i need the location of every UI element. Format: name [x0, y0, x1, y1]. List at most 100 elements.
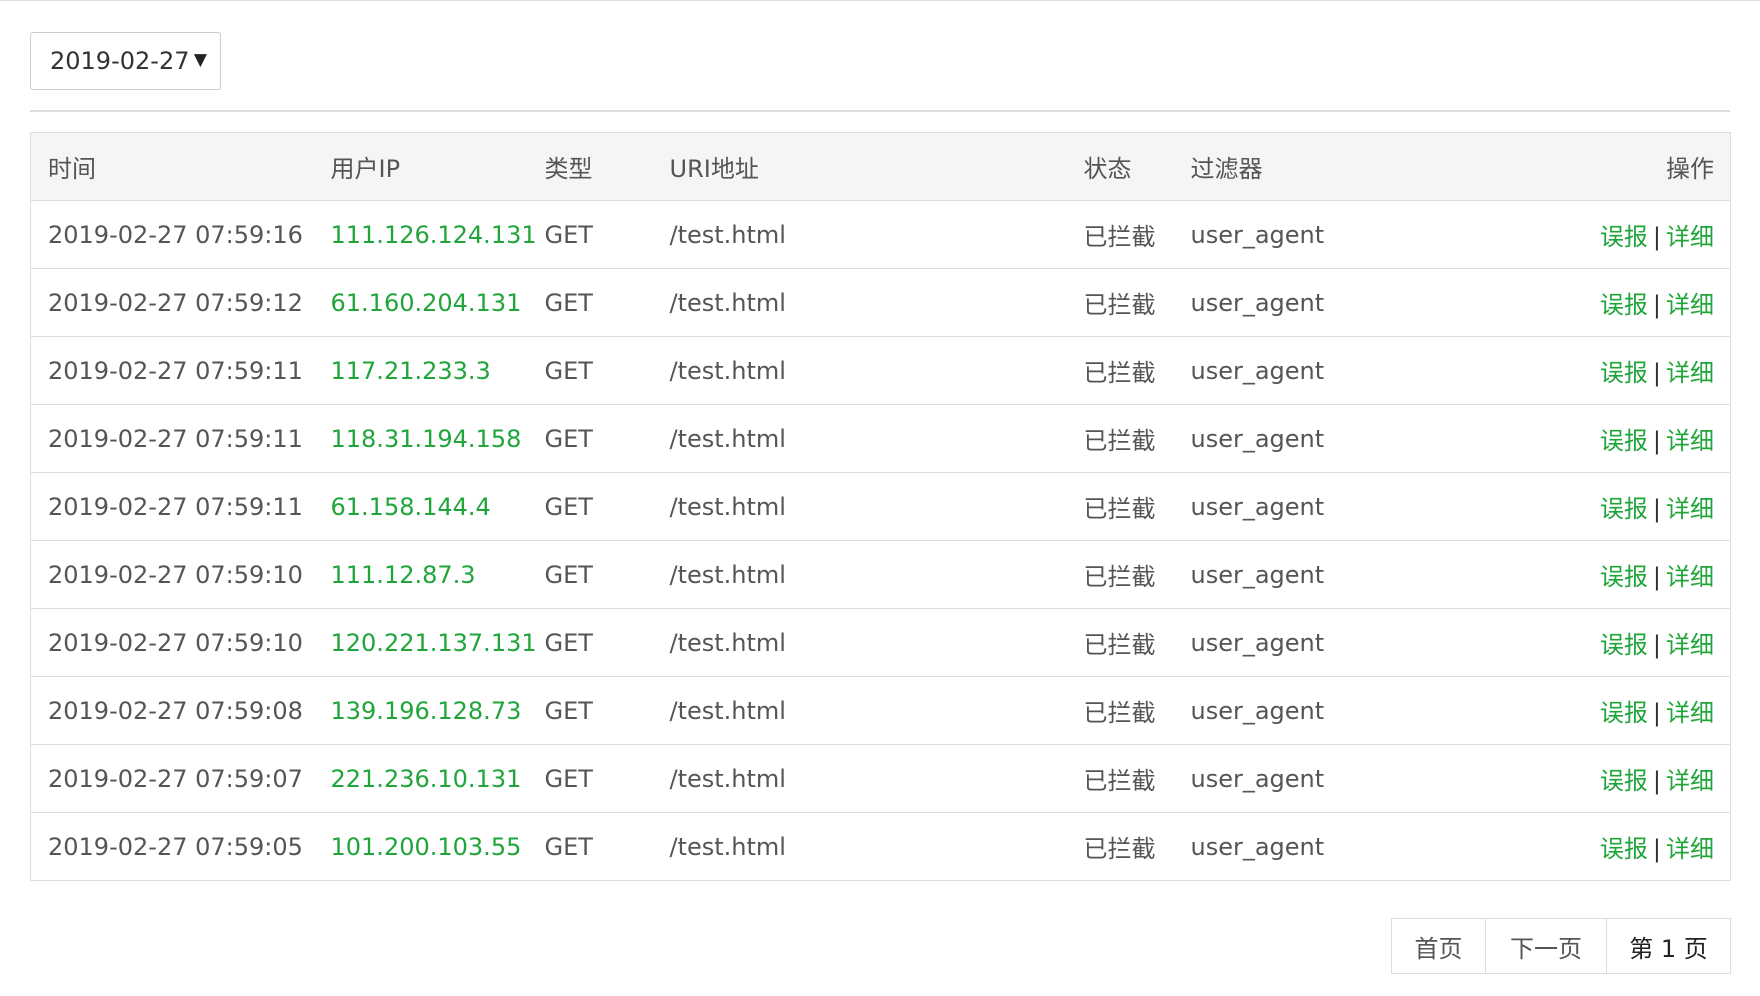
date-select-value: 2019-02-27	[50, 47, 190, 75]
ip-link[interactable]: 61.158.144.4	[331, 493, 491, 521]
table-row: 2019-02-27 07:59:16 111.126.124.131 GET …	[30, 200, 1731, 269]
ip-link[interactable]: 139.196.128.73	[331, 697, 522, 725]
ip-link[interactable]: 111.12.87.3	[331, 561, 476, 589]
cell-actions: 误报 | 详细	[1399, 812, 1731, 881]
cell-status: 已拦截	[1066, 744, 1174, 813]
ip-link[interactable]: 120.221.137.131	[331, 629, 537, 657]
cell-status: 已拦截	[1066, 608, 1174, 677]
date-select[interactable]: 2019-02-27 ▼	[30, 32, 221, 90]
detail-link[interactable]: 详细	[1666, 223, 1714, 251]
cell-uri: /test.html	[652, 472, 1067, 541]
ip-link[interactable]: 61.160.204.131	[331, 289, 522, 317]
cell-filter: user_agent	[1173, 676, 1400, 745]
cell-status: 已拦截	[1066, 200, 1174, 269]
detail-link[interactable]: 详细	[1666, 631, 1714, 659]
cell-type: GET	[527, 540, 653, 609]
report-link[interactable]: 误报	[1600, 767, 1648, 795]
detail-link[interactable]: 详细	[1666, 563, 1714, 591]
table-row: 2019-02-27 07:59:11 61.158.144.4 GET /te…	[30, 472, 1731, 541]
detail-link[interactable]: 详细	[1666, 427, 1714, 455]
cell-filter: user_agent	[1173, 268, 1400, 337]
cell-actions: 误报 | 详细	[1399, 200, 1731, 269]
cell-status: 已拦截	[1066, 540, 1174, 609]
table-row: 2019-02-27 07:59:12 61.160.204.131 GET /…	[30, 268, 1731, 337]
cell-status: 已拦截	[1066, 336, 1174, 405]
action-separator: |	[1652, 495, 1661, 523]
cell-time: 2019-02-27 07:59:12	[30, 268, 314, 337]
cell-uri: /test.html	[652, 676, 1067, 745]
cell-time: 2019-02-27 07:59:08	[30, 676, 314, 745]
ip-link[interactable]: 221.236.10.131	[331, 765, 522, 793]
report-link[interactable]: 误报	[1600, 835, 1648, 863]
cell-uri: /test.html	[652, 540, 1067, 609]
cell-filter: user_agent	[1173, 200, 1400, 269]
table-row: 2019-02-27 07:59:10 120.221.137.131 GET …	[30, 608, 1731, 677]
cell-filter: user_agent	[1173, 812, 1400, 881]
action-separator: |	[1652, 563, 1661, 591]
detail-link[interactable]: 详细	[1666, 835, 1714, 863]
cell-type: GET	[527, 200, 653, 269]
cell-actions: 误报 | 详细	[1399, 404, 1731, 473]
cell-status: 已拦截	[1066, 268, 1174, 337]
cell-time: 2019-02-27 07:59:10	[30, 540, 314, 609]
detail-link[interactable]: 详细	[1666, 495, 1714, 523]
table-row: 2019-02-27 07:59:05 101.200.103.55 GET /…	[30, 812, 1731, 881]
cell-actions: 误报 | 详细	[1399, 472, 1731, 541]
cell-time: 2019-02-27 07:59:05	[30, 812, 314, 881]
next-page-button[interactable]: 下一页	[1486, 919, 1607, 973]
ip-link[interactable]: 118.31.194.158	[331, 425, 522, 453]
report-link[interactable]: 误报	[1600, 223, 1648, 251]
cell-actions: 误报 | 详细	[1399, 608, 1731, 677]
cell-uri: /test.html	[652, 812, 1067, 881]
table-row: 2019-02-27 07:59:10 111.12.87.3 GET /tes…	[30, 540, 1731, 609]
cell-type: GET	[527, 608, 653, 677]
cell-actions: 误报 | 详细	[1399, 336, 1731, 405]
cell-status: 已拦截	[1066, 812, 1174, 881]
cell-actions: 误报 | 详细	[1399, 744, 1731, 813]
header-filter: 过滤器	[1173, 132, 1400, 201]
report-link[interactable]: 误报	[1600, 359, 1648, 387]
divider	[30, 110, 1730, 112]
table-row: 2019-02-27 07:59:08 139.196.128.73 GET /…	[30, 676, 1731, 745]
header-status: 状态	[1066, 132, 1174, 201]
cell-uri: /test.html	[652, 744, 1067, 813]
cell-actions: 误报 | 详细	[1399, 676, 1731, 745]
current-page-label: 第 1 页	[1629, 934, 1708, 963]
first-page-button[interactable]: 首页	[1392, 919, 1486, 973]
cell-filter: user_agent	[1173, 336, 1400, 405]
table-row: 2019-02-27 07:59:07 221.236.10.131 GET /…	[30, 744, 1731, 813]
action-separator: |	[1652, 359, 1661, 387]
caret-down-icon: ▼	[193, 50, 207, 70]
cell-uri: /test.html	[652, 200, 1067, 269]
cell-time: 2019-02-27 07:59:11	[30, 404, 314, 473]
cell-uri: /test.html	[652, 404, 1067, 473]
report-link[interactable]: 误报	[1600, 563, 1648, 591]
cell-uri: /test.html	[652, 268, 1067, 337]
action-separator: |	[1652, 631, 1661, 659]
ip-link[interactable]: 117.21.233.3	[331, 357, 491, 385]
action-separator: |	[1652, 699, 1661, 727]
report-link[interactable]: 误报	[1600, 631, 1648, 659]
detail-link[interactable]: 详细	[1666, 767, 1714, 795]
cell-type: GET	[527, 336, 653, 405]
table-row: 2019-02-27 07:59:11 117.21.233.3 GET /te…	[30, 336, 1731, 405]
report-link[interactable]: 误报	[1600, 427, 1648, 455]
ip-link[interactable]: 101.200.103.55	[331, 833, 522, 861]
cell-filter: user_agent	[1173, 608, 1400, 677]
cell-type: GET	[527, 676, 653, 745]
action-separator: |	[1652, 223, 1661, 251]
cell-uri: /test.html	[652, 336, 1067, 405]
action-separator: |	[1652, 767, 1661, 795]
detail-link[interactable]: 详细	[1666, 359, 1714, 387]
pagination: 首页 下一页 第 1 页	[1391, 918, 1731, 974]
detail-link[interactable]: 详细	[1666, 291, 1714, 319]
report-link[interactable]: 误报	[1600, 291, 1648, 319]
header-uri: URI地址	[652, 132, 1067, 201]
report-link[interactable]: 误报	[1600, 699, 1648, 727]
header-time: 时间	[30, 132, 314, 201]
report-link[interactable]: 误报	[1600, 495, 1648, 523]
cell-filter: user_agent	[1173, 744, 1400, 813]
detail-link[interactable]: 详细	[1666, 699, 1714, 727]
cell-filter: user_agent	[1173, 540, 1400, 609]
ip-link[interactable]: 111.126.124.131	[331, 221, 537, 249]
